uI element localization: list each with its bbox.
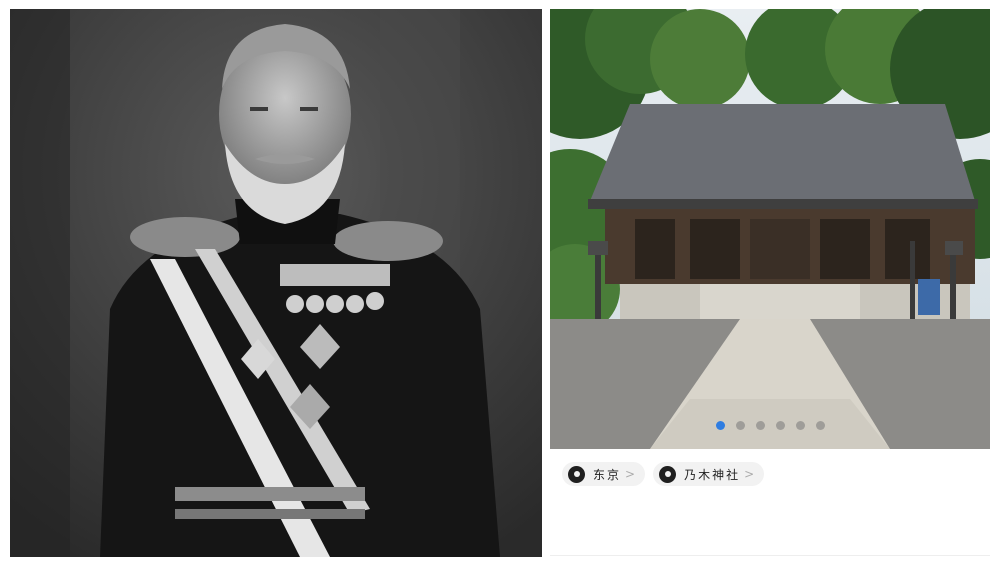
location-tags: 东京 > 乃木神社 >: [562, 462, 765, 486]
carousel-dot[interactable]: [735, 421, 745, 430]
location-pin-icon: [568, 465, 585, 483]
carousel-dot[interactable]: [755, 421, 765, 430]
location-tag-place[interactable]: 乃木神社 >: [653, 462, 765, 486]
location-tag-city[interactable]: 东京 >: [562, 462, 646, 486]
portrait-photo: [10, 9, 542, 557]
carousel-dot[interactable]: [815, 421, 825, 430]
place-detail-card: 东京 > 乃木神社 >: [550, 9, 990, 557]
shrine-photo: [550, 9, 990, 449]
carousel-dot[interactable]: [795, 421, 805, 430]
divider: [550, 555, 990, 556]
location-pin-icon: [659, 465, 677, 483]
portrait-illustration: [10, 9, 542, 557]
chevron-right-icon: >: [744, 467, 755, 481]
carousel-indicators: [550, 421, 990, 430]
carousel-dot[interactable]: [715, 421, 725, 430]
location-tag-label: 乃木神社: [684, 467, 741, 482]
image-carousel[interactable]: [550, 9, 990, 449]
carousel-dot[interactable]: [775, 421, 785, 430]
chevron-right-icon: >: [625, 467, 636, 481]
location-tag-label: 东京: [593, 467, 622, 482]
